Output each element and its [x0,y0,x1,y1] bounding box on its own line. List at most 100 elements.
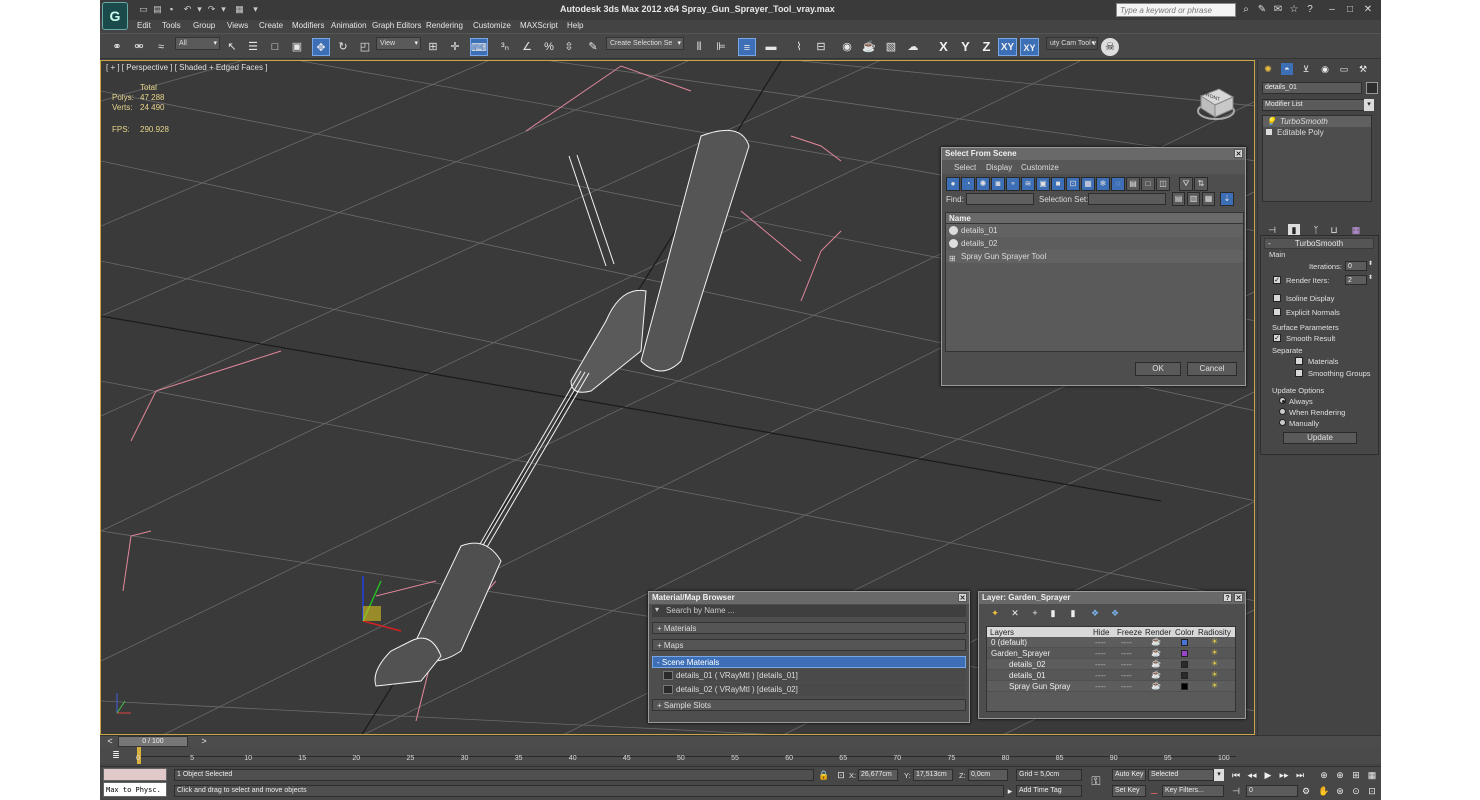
orbit-icon[interactable]: ⊛ [1334,785,1346,797]
percent-snap-icon[interactable]: % [540,38,558,56]
hide-all-layers-icon[interactable]: ❖ [1089,607,1101,619]
layer-color-swatch[interactable] [1181,639,1188,646]
redo-dropdown-icon[interactable]: ▾ [218,4,229,15]
render-teapot-icon[interactable]: ☕ [1151,648,1161,657]
unlink-selection-icon[interactable]: ⚮ [130,38,148,56]
col-color[interactable]: Color [1175,628,1194,637]
open-file-icon[interactable]: ▤ [152,4,163,15]
maps-group-header[interactable]: + Maps [652,639,966,651]
maximize-icon[interactable]: □ [1344,4,1356,16]
menu-views[interactable]: Views [227,21,248,30]
radiosity-icon[interactable]: ☀ [1211,648,1218,657]
layer-hide-toggle[interactable]: ---- [1095,682,1106,691]
prev-frame-icon[interactable]: < [104,736,116,747]
isoline-display-checkbox[interactable] [1273,294,1281,302]
select-and-rotate-icon[interactable]: ↻ [334,38,352,56]
layer-freeze-toggle[interactable]: ---- [1121,671,1132,680]
select-all-icon[interactable]: ▤ [1172,192,1185,206]
layer-freeze-toggle[interactable]: ---- [1121,649,1132,658]
align-icon[interactable]: ⊫ [712,38,730,56]
smoothing-groups-checkbox[interactable] [1295,369,1303,377]
next-frame-icon[interactable]: > [198,736,210,747]
menu-animation[interactable]: Animation [331,21,367,30]
x-coordinate-field[interactable]: 26,677cm [858,769,898,781]
layer-hide-toggle[interactable]: ---- [1095,671,1106,680]
app-logo-icon[interactable]: G [102,2,128,30]
materials-group-header[interactable]: + Materials [652,622,966,634]
freeze-all-layers-icon[interactable]: ❖ [1109,607,1121,619]
manually-radio[interactable] [1279,419,1286,426]
select-and-move-icon[interactable]: ✥ [312,38,330,56]
display-xrefs-icon[interactable]: ■ [1051,177,1065,191]
display-bones-icon[interactable]: ⊡ [1066,177,1080,191]
create-tab-icon[interactable]: ✺ [1262,63,1274,75]
sync-selection-icon[interactable]: ⇣ [1220,192,1234,206]
render-setup-icon[interactable]: ☕ [860,38,878,56]
time-configuration-icon[interactable]: ⚙ [1300,785,1312,797]
select-none-icon[interactable]: ▥ [1187,192,1200,206]
project-folder-icon[interactable]: ▦ [234,4,245,15]
modify-tab-icon[interactable]: ◓ [1281,63,1293,75]
constrain-xy-cycle-button[interactable]: XY [1020,38,1039,56]
key-filters-icon[interactable]: ⚊ [1148,785,1160,797]
layer-freeze-toggle[interactable]: ---- [1121,638,1132,647]
menu-graph-editors[interactable]: Graph Editors [372,21,421,30]
material-search-input[interactable]: ▾ Search by Name ... [652,605,966,617]
menu-customize[interactable]: Customize [1021,163,1059,172]
rendered-frame-window-icon[interactable]: ▧ [882,38,900,56]
turbosmooth-rollout-title[interactable]: - TurboSmooth [1264,238,1374,249]
maximize-viewport-icon[interactable]: ⊡ [1366,785,1378,797]
key-mode-arrow-icon[interactable]: ▾ [1214,769,1224,781]
close-icon[interactable]: ✕ [1362,4,1374,16]
layer-hide-toggle[interactable]: ---- [1095,638,1106,647]
layer-freeze-toggle[interactable]: ---- [1121,682,1132,691]
select-layer-objects-icon[interactable]: ▮ [1047,607,1059,619]
find-input[interactable] [966,193,1034,205]
layer-row[interactable]: details_02 ---- ---- ☕ ☀ [987,659,1235,670]
display-geometry-icon[interactable]: ● [946,177,960,191]
zoom-all-icon[interactable]: ⊞ [1350,769,1362,781]
zoom-icon[interactable]: ⊕ [1334,769,1346,781]
add-time-tag-button[interactable]: Add Time Tag [1016,785,1082,797]
utilities-tab-icon[interactable]: ⚒ [1357,63,1369,75]
set-key-icon[interactable]: ⚿ [1090,775,1102,787]
set-key-button[interactable]: Set Key [1112,785,1146,797]
maxscript-listener-top[interactable] [103,768,167,781]
close-icon[interactable]: ✕ [1234,593,1243,602]
iterations-spinner-arrows[interactable]: ⬍ [1368,260,1373,267]
selection-set-dropdown[interactable] [1088,193,1166,205]
update-button[interactable]: Update [1283,432,1357,444]
highlight-layer-icon[interactable]: ▮ [1067,607,1079,619]
save-file-icon[interactable]: ▪ [166,4,177,15]
favorites-star-icon[interactable]: ☆ [1288,4,1300,16]
display-helpers-icon[interactable]: ⚬ [1006,177,1020,191]
col-layers[interactable]: Layers [990,628,1014,637]
stack-item-editable-poly[interactable]: Editable Poly [1263,127,1371,138]
pivot-center-icon[interactable]: ⊞ [424,38,442,56]
list-item[interactable]: details_02 [946,237,1243,250]
menu-group[interactable]: Group [193,21,215,30]
render-teapot-icon[interactable]: ☕ [1151,681,1161,690]
field-of-view-icon[interactable]: ▦ [1366,769,1378,781]
radiosity-icon[interactable]: ☀ [1211,659,1218,668]
object-name-field[interactable]: details_01 [1262,82,1362,94]
help-question-icon[interactable]: ? [1304,4,1316,16]
window-crossing-icon[interactable]: ▣ [288,38,306,56]
edit-named-selection-icon[interactable]: ✎ [584,38,602,56]
display-groups-icon[interactable]: ▣ [1036,177,1050,191]
layer-hide-toggle[interactable]: ---- [1095,660,1106,669]
auto-key-button[interactable]: Auto Key [1112,769,1146,781]
when-rendering-radio[interactable] [1279,408,1286,415]
add-to-layer-icon[interactable]: + [1029,607,1041,619]
y-coordinate-field[interactable]: 17,513cm [913,769,953,781]
binoculars-search-icon[interactable]: ⌕ [1240,4,1252,16]
reference-coordinate-dropdown[interactable]: View [376,37,421,50]
render-iters-checkbox[interactable]: ✓ [1273,276,1281,284]
display-cameras-icon[interactable]: ◙ [991,177,1005,191]
render-iters-spinner[interactable]: 2 [1345,275,1367,285]
time-tag-icon[interactable]: ▸ [1004,785,1016,797]
time-slider[interactable]: < 0 / 100 > [100,735,1381,747]
layer-row[interactable]: Spray Gun Spray ---- ---- ☕ ☀ [987,681,1235,692]
render-teapot-icon[interactable]: ☕ [1151,659,1161,668]
display-lights-icon[interactable]: ✺ [976,177,990,191]
